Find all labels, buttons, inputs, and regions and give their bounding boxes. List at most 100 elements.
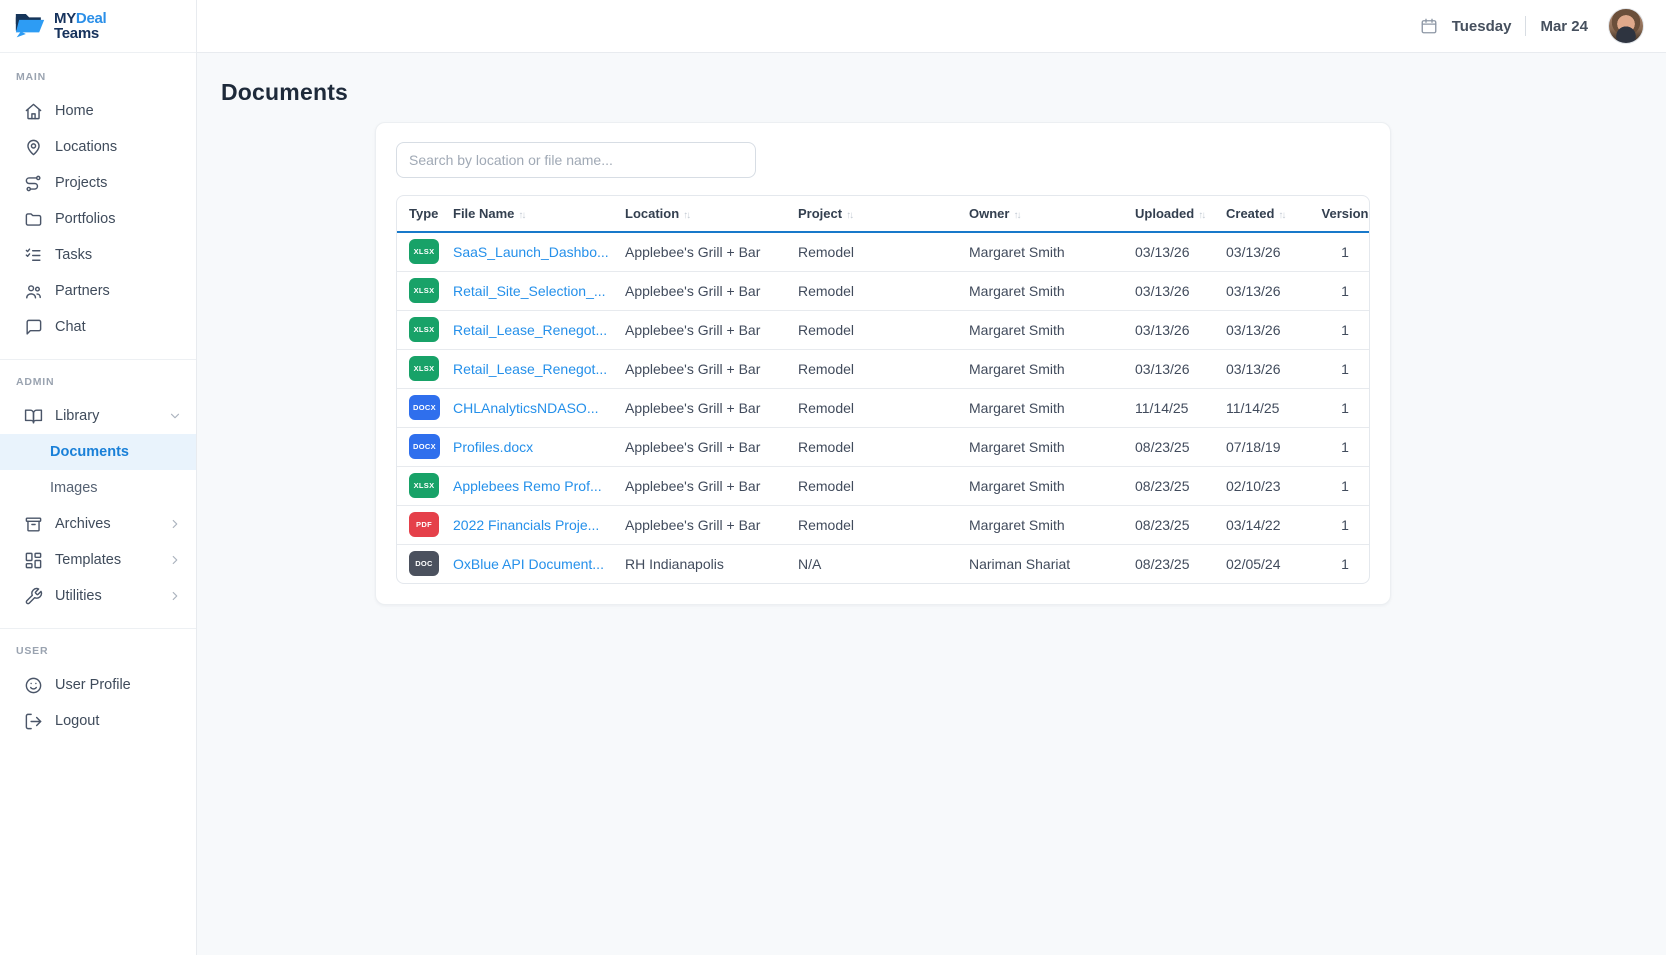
chevron-down-icon (168, 409, 182, 423)
sidebar-item-label: Chat (55, 319, 182, 335)
sidebar-item-portfolios[interactable]: Portfolios (0, 201, 196, 237)
sidebar-divider (0, 628, 196, 629)
uploaded-cell: 08/23/25 (1135, 427, 1226, 466)
chevron-right-icon (168, 589, 182, 603)
location-cell: Applebee's Grill + Bar (625, 505, 798, 544)
table-row: DOCX Profiles.docx Applebee's Grill + Ba… (397, 427, 1370, 466)
sort-icon[interactable]: ↑↓ (846, 210, 852, 221)
owner-cell: Margaret Smith (969, 232, 1135, 271)
sidebar-item-partners[interactable]: Partners (0, 273, 196, 309)
home-icon (24, 102, 43, 121)
sort-icon[interactable]: ↑↓ (1278, 210, 1284, 221)
owner-cell: Margaret Smith (969, 271, 1135, 310)
file-name-link[interactable]: OxBlue API Document... (453, 556, 604, 572)
sidebar-item-locations[interactable]: Locations (0, 129, 196, 165)
version-cell: 1 (1317, 505, 1370, 544)
owner-cell: Margaret Smith (969, 427, 1135, 466)
sidebar-item-chat[interactable]: Chat (0, 309, 196, 345)
sidebar-item-projects[interactable]: Projects (0, 165, 196, 201)
column-header-location[interactable]: Location↑↓ (625, 196, 798, 232)
uploaded-cell: 03/13/26 (1135, 349, 1226, 388)
file-name-link[interactable]: Profiles.docx (453, 439, 533, 455)
sidebar-item-utilities[interactable]: Utilities (0, 578, 196, 614)
uploaded-cell: 03/13/26 (1135, 271, 1226, 310)
folder-icon (24, 210, 43, 229)
file-name-link[interactable]: CHLAnalyticsNDASO... (453, 400, 598, 416)
project-cell: Remodel (798, 232, 969, 271)
file-type-badge: XLSX (409, 473, 439, 498)
chevron-right-icon (168, 517, 182, 531)
documents-table: Type File Name↑↓ Location↑↓ Project↑↓ Ow… (396, 195, 1370, 584)
main-area: Tuesday Mar 24 Documents (197, 0, 1666, 955)
file-name-link[interactable]: 2022 Financials Proje... (453, 517, 599, 533)
uploaded-cell: 03/13/26 (1135, 232, 1226, 271)
file-type-badge: DOCX (409, 395, 440, 420)
table-row: DOC OxBlue API Document... RH Indianapol… (397, 544, 1370, 583)
app-root: MYDeal Teams MAIN Home Locations Project… (0, 0, 1666, 955)
project-cell: Remodel (798, 349, 969, 388)
location-cell: Applebee's Grill + Bar (625, 232, 798, 271)
book-open-icon (24, 407, 43, 426)
sidebar-item-label: Library (55, 408, 156, 424)
sidebar-item-library[interactable]: Library (0, 398, 196, 434)
version-cell: 1 (1317, 427, 1370, 466)
file-name-link[interactable]: Retail_Lease_Renegot... (453, 322, 607, 338)
sort-icon[interactable]: ↑↓ (518, 210, 524, 221)
column-header-owner[interactable]: Owner↑↓ (969, 196, 1135, 232)
sidebar-item-label: Home (55, 103, 182, 119)
sidebar-item-label: Templates (55, 552, 156, 568)
created-cell: 03/14/22 (1226, 505, 1317, 544)
sidebar-item-label: Locations (55, 139, 182, 155)
uploaded-cell: 03/13/26 (1135, 310, 1226, 349)
location-cell: Applebee's Grill + Bar (625, 349, 798, 388)
sidebar-item-label: Documents (50, 444, 182, 460)
calendar-icon (1420, 17, 1438, 35)
sidebar-item-templates[interactable]: Templates (0, 542, 196, 578)
documents-card: Type File Name↑↓ Location↑↓ Project↑↓ Ow… (375, 122, 1391, 605)
column-header-file-name[interactable]: File Name↑↓ (453, 196, 625, 232)
sidebar-item-logout[interactable]: Logout (0, 703, 196, 739)
smile-icon (24, 676, 43, 695)
page-content: Documents Type File Name↑↓ Loc (197, 53, 1666, 605)
logout-icon (24, 712, 43, 731)
project-cell: Remodel (798, 427, 969, 466)
column-header-project[interactable]: Project↑↓ (798, 196, 969, 232)
checklist-icon (24, 246, 43, 265)
sort-icon[interactable]: ↑↓ (1198, 210, 1204, 221)
location-cell: Applebee's Grill + Bar (625, 388, 798, 427)
sidebar-item-documents[interactable]: Documents (0, 434, 196, 470)
sidebar-item-tasks[interactable]: Tasks (0, 237, 196, 273)
sidebar-item-images[interactable]: Images (0, 470, 196, 506)
owner-cell: Nariman Shariat (969, 544, 1135, 583)
sidebar-item-label: Images (50, 480, 182, 496)
version-cell: 1 (1317, 544, 1370, 583)
sort-icon[interactable]: ↑↓ (683, 210, 689, 221)
table-row: XLSX Retail_Site_Selection_... Applebee'… (397, 271, 1370, 310)
table-header-row: Type File Name↑↓ Location↑↓ Project↑↓ Ow… (397, 196, 1370, 232)
sidebar-item-user-profile[interactable]: User Profile (0, 667, 196, 703)
uploaded-cell: 11/14/25 (1135, 388, 1226, 427)
sidebar-item-label: Archives (55, 516, 156, 532)
column-header-version: Version (1317, 196, 1370, 232)
search-input[interactable] (396, 142, 756, 178)
file-name-link[interactable]: Retail_Lease_Renegot... (453, 361, 607, 377)
file-name-link[interactable]: SaaS_Launch_Dashbo... (453, 244, 609, 260)
sidebar-item-archives[interactable]: Archives (0, 506, 196, 542)
sort-icon[interactable]: ↑↓ (1013, 210, 1019, 221)
table-row: XLSX Applebees Remo Prof... Applebee's G… (397, 466, 1370, 505)
file-name-link[interactable]: Applebees Remo Prof... (453, 478, 602, 494)
folder-logo-icon (13, 9, 47, 44)
layout-icon (24, 551, 43, 570)
brand-logo[interactable]: MYDeal Teams (0, 0, 196, 53)
location-cell: RH Indianapolis (625, 544, 798, 583)
created-cell: 03/13/26 (1226, 271, 1317, 310)
project-cell: Remodel (798, 466, 969, 505)
owner-cell: Margaret Smith (969, 349, 1135, 388)
sidebar-item-home[interactable]: Home (0, 93, 196, 129)
location-cell: Applebee's Grill + Bar (625, 310, 798, 349)
user-avatar[interactable] (1608, 8, 1644, 44)
column-header-created[interactable]: Created↑↓ (1226, 196, 1317, 232)
file-name-link[interactable]: Retail_Site_Selection_... (453, 283, 606, 299)
column-header-uploaded[interactable]: Uploaded↑↓ (1135, 196, 1226, 232)
chevron-right-icon (168, 553, 182, 567)
